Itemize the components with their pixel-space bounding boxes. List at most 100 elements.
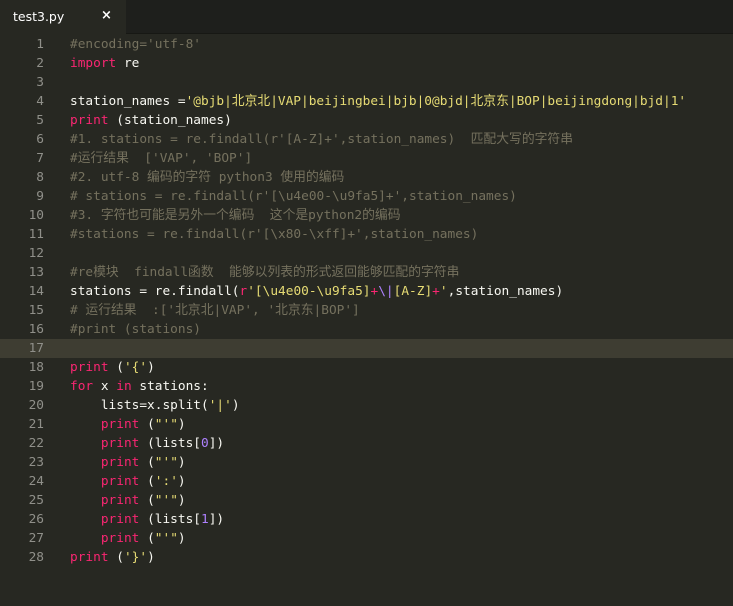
line-number: 5 [36,113,44,128]
line-text: print ("'") [70,415,186,434]
line-number: 22 [28,436,44,451]
line-text: #3. 字符也可能是另外一个编码 这个是python2的编码 [70,206,401,225]
code-line[interactable]: 21 print ("'") [0,415,733,434]
line-text: #print (stations) [70,320,201,339]
code-line[interactable]: 2 import re [0,54,733,73]
code-token: 1 [201,512,209,527]
code-token: ) [177,474,186,489]
code-token: '[\u4e00-\u9fa5] [247,284,371,299]
line-number: 11 [28,227,44,242]
code-token: #stations = re.findall(r'[\x80-\xff]+',s… [70,227,479,242]
code-token: "'" [154,531,178,546]
code-token: #2. utf-8 编码的字符 python3 使用的编码 [70,170,345,185]
code-line[interactable]: 16 #print (stations) [0,320,733,339]
line-number: 20 [28,398,44,413]
code-line[interactable]: 17 [0,339,733,358]
code-token: '|' [208,398,232,413]
line-number: 15 [28,303,44,318]
code-token: ,station_names) [447,284,564,299]
code-token: "'" [154,493,178,508]
line-number: 8 [36,170,44,185]
code-token: ' [439,284,448,299]
code-token: ) [177,417,186,432]
tab-test3-py[interactable]: test3.py × [0,0,126,34]
code-line[interactable]: 24 print (':') [0,472,733,491]
tab-bar: test3.py × [0,0,733,34]
line-number: 23 [28,455,44,470]
code-line[interactable]: 23 print ("'") [0,453,733,472]
line-text: print (':') [70,472,186,491]
code-line[interactable]: 22 print (lists[0]) [0,434,733,453]
code-token: print [70,550,109,565]
code-token: ) [177,455,186,470]
line-text: #encoding='utf-8' [70,35,201,54]
code-line[interactable]: 27 print ("'") [0,529,733,548]
code-token: '{' [123,360,148,375]
code-token: import [70,56,117,71]
line-text: print ('{') [70,358,155,377]
line-number: 28 [28,550,44,565]
code-line[interactable]: 3 [0,73,733,92]
code-token: for [70,379,94,394]
code-token: #3. 字符也可能是另外一个编码 这个是python2的编码 [70,208,401,223]
code-token: ) [231,398,240,413]
code-line[interactable]: 4 station_names ='@bjb|北京北|VAP|beijingbei… [0,92,733,111]
line-text: # stations = re.findall(r'[\u4e00-\u9fa5… [70,187,517,206]
code-line[interactable]: 5 print (station_names) [0,111,733,130]
code-token: station_names = [70,94,186,109]
code-line[interactable]: 19 for x in stations: [0,377,733,396]
code-token: ( [139,531,155,546]
code-line[interactable]: 11 #stations = re.findall(r'[\x80-\xff]+'… [0,225,733,244]
code-token: stations = re.findall( [70,284,240,299]
code-line[interactable]: 9 # stations = re.findall(r'[\u4e00-\u9fa… [0,187,733,206]
code-token: print [100,436,140,451]
line-number: 13 [28,265,44,280]
code-line[interactable]: 1 #encoding='utf-8' [0,35,733,54]
code-editor: test3.py × 1 #encoding='utf-8' 2 import re 3… [0,0,733,606]
code-token: print [100,455,140,470]
code-token: # stations = re.findall(r'[\u4e00-\u9fa5… [70,189,517,204]
code-token: print [70,360,109,375]
code-token: print [100,531,140,546]
code-token: '}' [123,550,148,565]
line-number: 6 [36,132,44,147]
code-token: ]) [208,436,225,451]
line-text: #re模块 findall函数 能够以列表的形式返回能够匹配的字符串 [70,263,459,282]
code-token: "'" [154,455,178,470]
code-line[interactable]: 15 # 运行结果 :['北京北|VAP', '北京东|BOP'] [0,301,733,320]
line-number: 21 [28,417,44,432]
code-area[interactable]: 1 #encoding='utf-8' 2 import re 3 4 station_na… [0,34,733,567]
code-token: ) [177,493,186,508]
line-number: 16 [28,322,44,337]
code-token: ( [108,360,124,375]
line-text: print ("'") [70,491,186,510]
line-number: 12 [28,246,44,261]
code-line[interactable]: 8 #2. utf-8 编码的字符 python3 使用的编码 [0,168,733,187]
code-line[interactable]: 26 print (lists[1]) [0,510,733,529]
line-number: 3 [36,75,44,90]
code-line[interactable]: 14 stations = re.findall(r'[\u4e00-\u9fa5… [0,282,733,301]
line-number: 26 [28,512,44,527]
code-line[interactable]: 10 #3. 字符也可能是另外一个编码 这个是python2的编码 [0,206,733,225]
code-line[interactable]: 20 lists=x.split('|') [0,396,733,415]
code-line[interactable]: 7 #运行结果 ['VAP', 'BOP'] [0,149,733,168]
code-line[interactable]: 12 [0,244,733,263]
line-text: #stations = re.findall(r'[\x80-\xff]+',s… [70,225,478,244]
code-line[interactable]: 18 print ('{') [0,358,733,377]
code-token: ( [139,455,155,470]
line-number: 7 [36,151,44,166]
code-token: re [116,56,140,71]
line-text: # 运行结果 :['北京北|VAP', '北京东|BOP'] [70,301,360,320]
line-text: print (lists[1]) [70,510,224,529]
code-line[interactable]: 28 print ('}') [0,548,733,567]
close-icon[interactable]: × [101,8,112,23]
line-number: 14 [28,284,44,299]
code-token: \| [378,284,394,299]
code-line[interactable]: 25 print ("'") [0,491,733,510]
code-token: #re模块 findall函数 能够以列表的形式返回能够匹配的字符串 [70,265,460,280]
code-line[interactable]: 13 #re模块 findall函数 能够以列表的形式返回能够匹配的字符串 [0,263,733,282]
code-token: ) [147,360,155,375]
code-line[interactable]: 6 #1. stations = re.findall(r'[A-Z]+',sta… [0,130,733,149]
